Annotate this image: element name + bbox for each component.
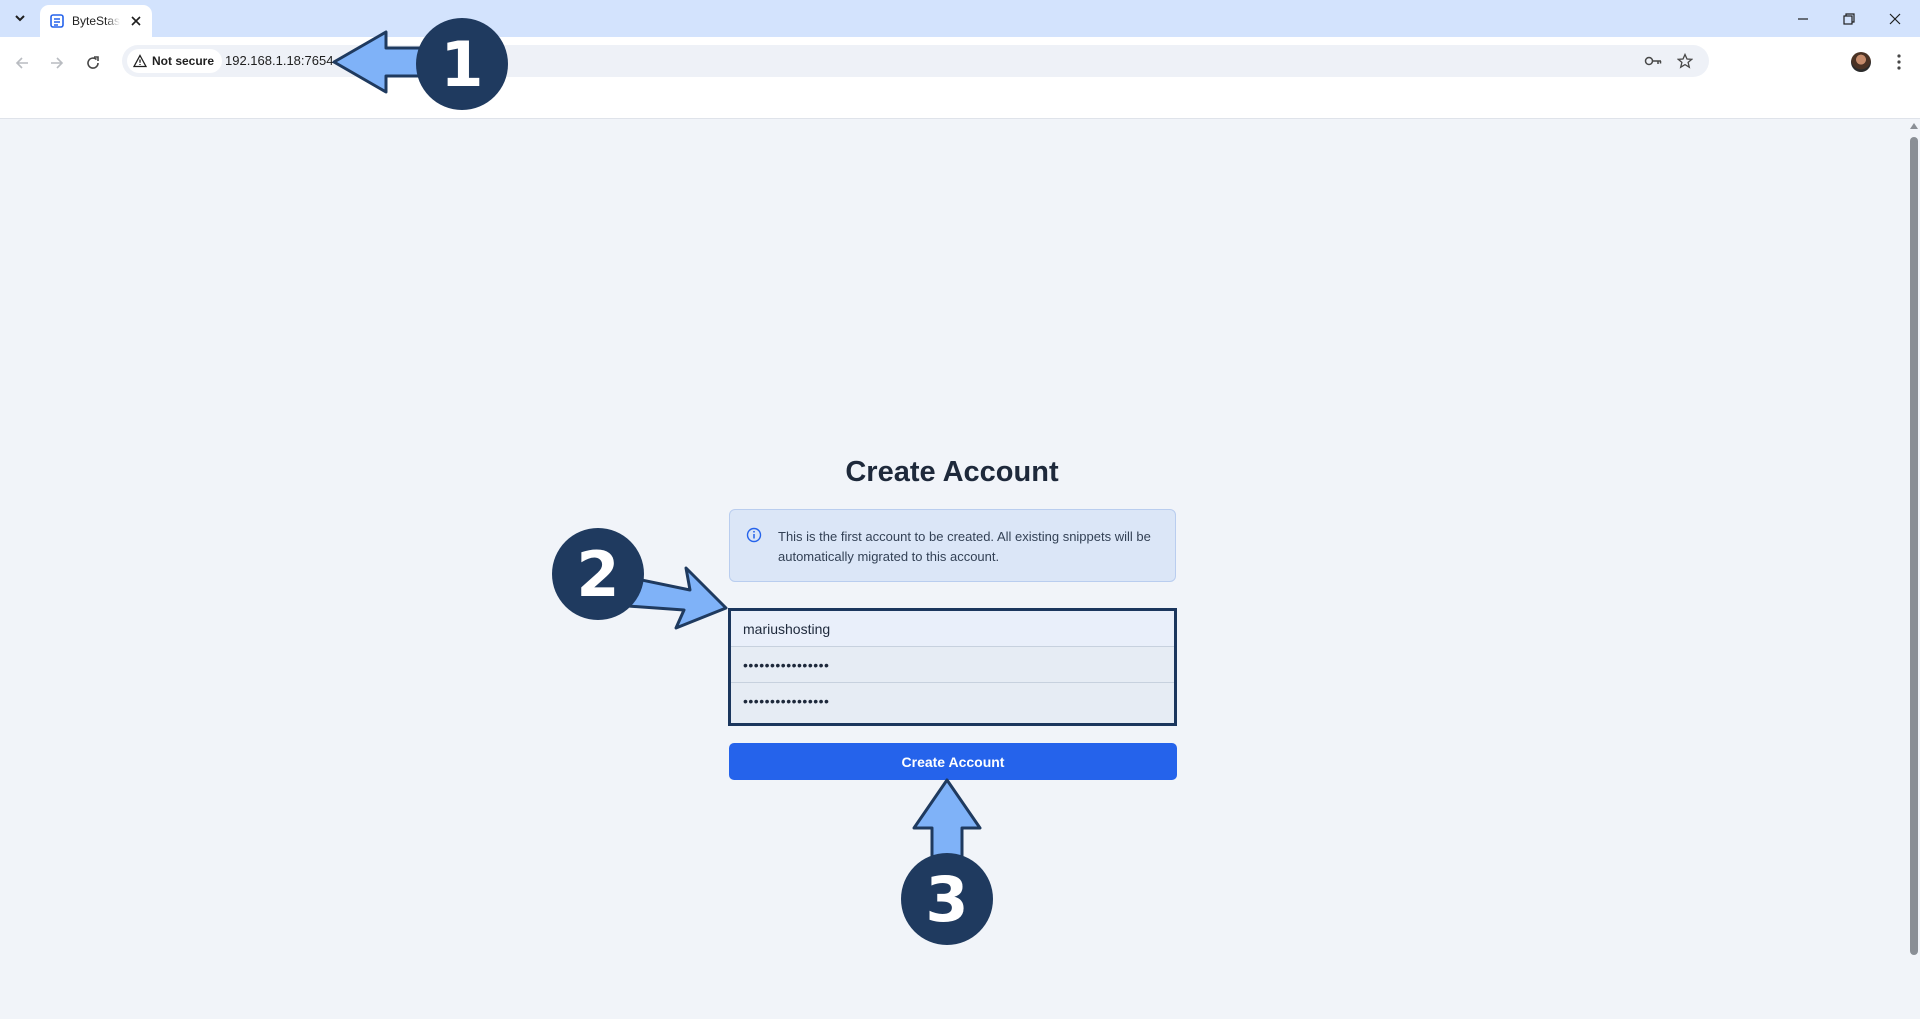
star-icon: [1677, 53, 1693, 69]
info-message: This is the first account to be created.…: [778, 529, 1151, 564]
confirm-password-input[interactable]: [731, 683, 1174, 719]
password-input[interactable]: [731, 647, 1174, 683]
password-key-button[interactable]: [1643, 51, 1663, 71]
browser-toolbar: Not secure 192.168.1.18:7654: [0, 37, 1920, 119]
annotation-arrow-2: [626, 566, 728, 630]
annotation-badge-2: 2: [552, 528, 644, 620]
url-text: 192.168.1.18:7654: [225, 53, 334, 68]
tab-strip: ByteStash: [0, 0, 1920, 37]
profile-avatar[interactable]: [1851, 52, 1871, 72]
chevron-down-icon: [15, 15, 25, 22]
bookmark-button[interactable]: [1675, 51, 1695, 71]
scroll-up-arrow[interactable]: [1910, 123, 1918, 129]
security-label: Not secure: [152, 54, 215, 68]
arrow-left-icon: [15, 57, 28, 69]
close-window-button[interactable]: [1872, 0, 1918, 37]
browser-tab[interactable]: ByteStash: [40, 5, 152, 37]
annotation-badge-1: 1: [416, 18, 508, 110]
minimize-button[interactable]: [1780, 0, 1826, 37]
close-icon: [1889, 13, 1901, 24]
info-icon: [746, 527, 762, 543]
reload-button[interactable]: [79, 49, 107, 77]
restore-icon: [1843, 12, 1855, 25]
minimize-icon: [1798, 17, 1808, 20]
security-chip[interactable]: Not secure: [127, 49, 223, 73]
tab-title: ByteStash: [72, 14, 120, 28]
close-icon: [131, 16, 141, 26]
annotation-badge-3: 3: [901, 853, 993, 945]
bytestash-favicon-icon: [50, 14, 64, 28]
page-title: Create Account: [845, 456, 1059, 488]
credentials-form-group: [728, 608, 1177, 726]
forward-button[interactable]: [43, 49, 71, 77]
tab-close-button[interactable]: [128, 13, 144, 29]
warning-triangle-icon: [133, 54, 147, 68]
info-alert: This is the first account to be created.…: [729, 509, 1176, 582]
arrow-right-icon: [51, 57, 64, 69]
scrollbar-thumb[interactable]: [1910, 137, 1918, 955]
username-input[interactable]: [731, 611, 1174, 647]
tab-search-button[interactable]: [6, 6, 34, 30]
back-button[interactable]: [8, 49, 36, 77]
more-vertical-icon: [1897, 54, 1901, 70]
key-icon: [1644, 56, 1662, 66]
create-account-button[interactable]: Create Account: [729, 743, 1177, 780]
restore-button[interactable]: [1826, 0, 1872, 37]
browser-menu-button[interactable]: [1889, 49, 1909, 75]
reload-icon: [87, 56, 99, 69]
